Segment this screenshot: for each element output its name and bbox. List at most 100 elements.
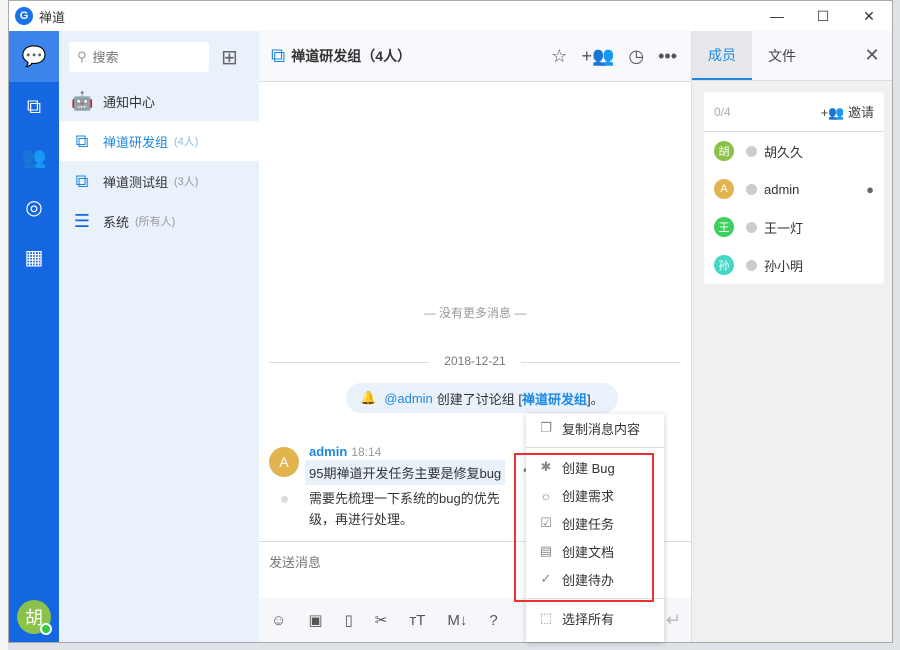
- system-notice: 🔔 @admin 创建了讨论组 [禅道研发组]。: [346, 383, 618, 413]
- menu-select-all[interactable]: ⬚ 选择所有: [526, 604, 664, 632]
- message-author[interactable]: admin: [309, 444, 347, 459]
- chat-icon: 💬: [21, 46, 47, 68]
- status-dot: [746, 183, 757, 195]
- mention-link[interactable]: @admin: [384, 391, 433, 406]
- group-chat-icon: ⧉: [75, 170, 89, 191]
- font-size-icon[interactable]: тT: [409, 612, 425, 629]
- chat-list-panel: ⚲ ⊞ 🤖 通知中心 ⧉ 禅道研发组 (4人) ⧉ 禅道测试组 (3人) ☰ 系统 (所有人): [59, 31, 259, 642]
- window-title: 禅道: [39, 9, 66, 25]
- nav-bar: 💬 ⧉ 👥 ◎ ▦ 胡: [9, 31, 59, 642]
- chat-name: 系统: [103, 214, 130, 230]
- menu-copy-message[interactable]: ❐ 复制消息内容: [526, 414, 664, 442]
- contacts-icon: 👥: [21, 146, 47, 169]
- member-list: 0/4 +👥 邀请 胡 胡久久 Aadmin ● 王 王一灯 孙 孙小明: [704, 92, 884, 284]
- select-all-icon: ⬚: [539, 610, 553, 625]
- highlight-box: [514, 453, 654, 602]
- minimize-button[interactable]: —: [754, 8, 800, 25]
- title-bar: G 禅道 — ☐ ✕: [9, 1, 892, 31]
- member-name: 王一灯: [764, 220, 804, 236]
- robot-icon: 🤖: [71, 90, 94, 111]
- member-item[interactable]: 王 王一灯: [704, 208, 884, 246]
- send-icon[interactable]: ↵: [666, 610, 681, 631]
- nav-apps[interactable]: ▦: [9, 232, 59, 282]
- date-divider: 2018-12-21: [269, 354, 681, 368]
- star-icon[interactable]: ☆: [551, 46, 567, 67]
- chat-item-test-group[interactable]: ⧉ 禅道测试组 (3人): [59, 161, 259, 201]
- member-item[interactable]: 胡 胡久久: [704, 132, 884, 170]
- tab-members[interactable]: 成员: [692, 31, 752, 80]
- chat-item-system[interactable]: ☰ 系统 (所有人): [59, 201, 259, 241]
- status-dot: [281, 496, 288, 503]
- online-status-icon: [40, 623, 52, 635]
- side-panel: 成员 文件 ✕ 0/4 +👥 邀请 胡 胡久久 Aadmin ● 王 王一灯 孙 孙小明: [691, 31, 892, 642]
- search-box[interactable]: ⚲: [69, 42, 209, 72]
- nav-chat[interactable]: 💬: [9, 31, 59, 82]
- search-icon: ⚲: [77, 49, 87, 64]
- avatar: 胡: [714, 141, 734, 161]
- chat-item-notice[interactable]: 🤖 通知中心: [59, 81, 259, 121]
- zentao-icon: ◎: [25, 196, 43, 219]
- emoji-icon[interactable]: ☺: [271, 612, 286, 629]
- chat-name: 禅道测试组: [103, 174, 169, 190]
- groups-icon: ⧉: [26, 95, 42, 118]
- zentao-logo-icon: G: [15, 7, 33, 25]
- background-app: [0, 0, 8, 650]
- chat-header: ⧉ 禅道研发组（4人） ☆ +👥 ◷ •••: [259, 31, 691, 82]
- apps-icon: ▦: [24, 246, 44, 269]
- message-text[interactable]: 95期禅道开发任务主要是修复bug: [305, 460, 505, 485]
- menu-divider: [526, 447, 664, 448]
- status-dot: [746, 259, 757, 271]
- history-icon[interactable]: ◷: [628, 46, 644, 67]
- markdown-icon[interactable]: M↓: [447, 612, 467, 629]
- group-link[interactable]: 禅道研发组: [522, 389, 587, 408]
- maximize-button[interactable]: ☐: [800, 8, 846, 25]
- tab-files[interactable]: 文件: [752, 31, 812, 80]
- admin-user-icon: ●: [866, 181, 874, 197]
- member-count: (4人): [174, 136, 199, 148]
- no-more-messages: — 没有更多消息 —: [423, 306, 527, 320]
- invite-button[interactable]: +👥 邀请: [821, 102, 874, 121]
- new-chat-button[interactable]: ⊞: [221, 45, 238, 70]
- group-chat-icon: ⧉: [75, 130, 89, 151]
- app-window: G 禅道 — ☐ ✕ 💬 ⧉ 👥 ◎ ▦ 胡 ⚲ ⊞ 🤖 通知中心 ⧉ 禅道研发组 (…: [8, 0, 893, 643]
- nav-contacts[interactable]: 👥: [9, 132, 59, 182]
- member-name: admin: [764, 181, 800, 197]
- status-dot: [746, 145, 757, 157]
- message-text[interactable]: 需要先梳理一下系统的bug的优先级，再进行处理。: [309, 488, 523, 532]
- copy-icon: ❐: [540, 420, 552, 435]
- file-icon[interactable]: ▯: [345, 611, 353, 629]
- nav-zentao[interactable]: ◎: [9, 182, 59, 232]
- avatar: A: [714, 179, 734, 199]
- screenshot-icon[interactable]: ✂: [375, 611, 388, 629]
- status-dot: [746, 221, 757, 233]
- notice-end: ]。: [587, 391, 604, 407]
- member-name: 胡久久: [764, 144, 804, 160]
- online-count: 0/4: [714, 104, 731, 119]
- member-count: (3人): [174, 176, 199, 188]
- avatar: 王: [714, 217, 734, 237]
- more-icon[interactable]: •••: [658, 46, 677, 67]
- menu-label: 选择所有: [562, 611, 615, 627]
- member-count: (所有人): [135, 216, 176, 228]
- close-panel-icon[interactable]: ✕: [852, 31, 892, 80]
- help-icon[interactable]: ?: [489, 612, 497, 629]
- avatar[interactable]: A: [269, 447, 299, 477]
- add-member-icon[interactable]: +👥: [581, 46, 614, 67]
- message-time: 18:14: [351, 445, 382, 459]
- chat-item-dev-group[interactable]: ⧉ 禅道研发组 (4人): [59, 121, 259, 161]
- search-input[interactable]: [92, 49, 193, 65]
- close-window-button[interactable]: ✕: [846, 8, 892, 25]
- chat-title: 禅道研发组（4人）: [291, 48, 412, 64]
- menu-label: 复制消息内容: [562, 421, 641, 437]
- member-item[interactable]: 孙 孙小明: [704, 246, 884, 284]
- chat-name: 通知中心: [103, 94, 156, 110]
- image-icon[interactable]: ▣: [308, 611, 322, 629]
- bell-icon: 🔔: [360, 390, 377, 405]
- chat-name: 禅道研发组: [103, 134, 169, 150]
- group-chat-icon: ⧉: [271, 44, 286, 67]
- nav-groups[interactable]: ⧉: [9, 82, 59, 132]
- notice-text: 创建了讨论组 [: [436, 391, 523, 407]
- user-avatar[interactable]: 胡: [17, 600, 52, 635]
- member-item[interactable]: Aadmin ●: [704, 170, 884, 208]
- system-icon: ☰: [73, 210, 91, 231]
